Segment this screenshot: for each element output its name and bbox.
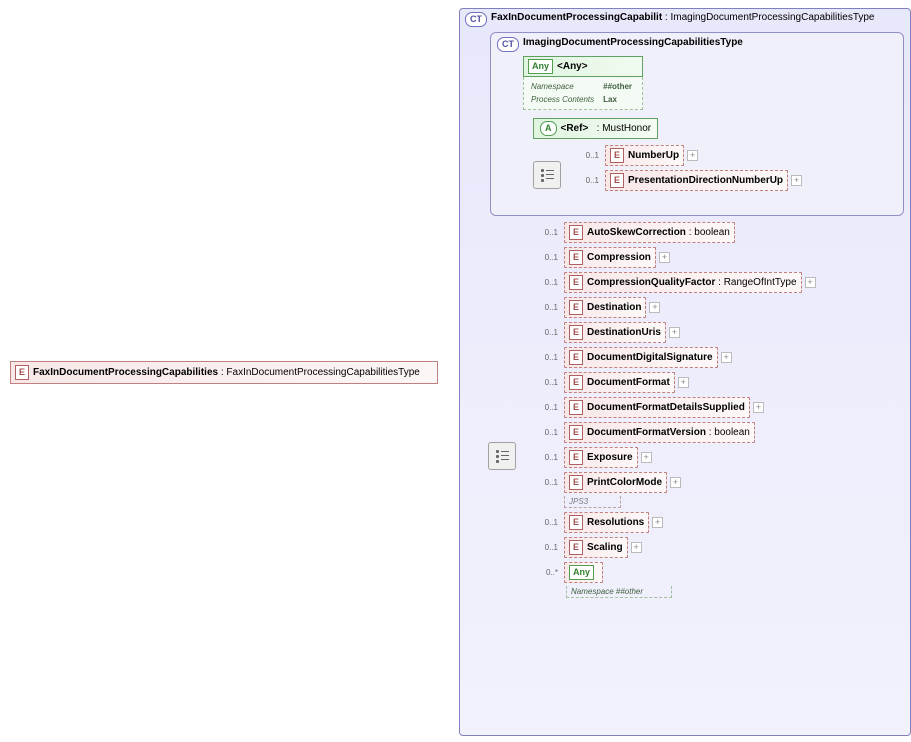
any-label: <Any> — [557, 61, 588, 72]
schema-child[interactable]: 0..1 E CompressionQualityFactor : RangeOfI… — [532, 272, 910, 293]
child-label: Destination — [587, 302, 641, 313]
element-badge: E — [569, 250, 583, 265]
occurrence-label: 0..1 — [532, 428, 558, 437]
element-badge: E — [569, 540, 583, 555]
child-label: DocumentFormat — [587, 377, 670, 388]
root-element-name: FaxInDocumentProcessingCapabilities : Fa… — [33, 367, 420, 378]
occurrence-label: 0..1 — [532, 303, 558, 312]
child-label: Scaling — [587, 542, 623, 553]
schema-child[interactable]: 0..1 E PrintColorMode + — [532, 472, 910, 493]
occurrence-label: 0..1 — [573, 176, 599, 185]
child-label: AutoSkewCorrection : boolean — [587, 227, 730, 238]
schema-child[interactable]: 0..* Any — [532, 562, 910, 583]
inner-complextype-header[interactable]: CT ImagingDocumentProcessingCapabilities… — [497, 37, 897, 52]
element-badge: E — [569, 325, 583, 340]
expand-icon[interactable]: + — [649, 302, 660, 313]
child-label: PrintColorMode — [587, 477, 662, 488]
expand-icon[interactable]: + — [631, 542, 642, 553]
expand-icon[interactable]: + — [687, 150, 698, 161]
schema-child[interactable]: 0..1 E DocumentFormat + — [532, 372, 910, 393]
occurrence-label: 0..1 — [532, 378, 558, 387]
schema-child[interactable]: 0..1 E Scaling + — [532, 537, 910, 558]
child-label: DocumentDigitalSignature — [587, 352, 713, 363]
attribute-badge: A — [540, 121, 557, 136]
expand-icon[interactable]: + — [641, 452, 652, 463]
schema-child[interactable]: 0..1 E DocumentDigitalSignature + — [532, 347, 910, 368]
element-badge: E — [610, 173, 624, 188]
attribute-ref-label: <Ref> : MustHonor — [561, 123, 652, 134]
schema-child[interactable]: 0..1 E DocumentFormatVersion : boolean — [532, 422, 910, 443]
schema-child[interactable]: 0..1 E AutoSkewCorrection : boolean — [532, 222, 910, 243]
any-badge: Any — [528, 59, 553, 74]
sequence-compositor-icon[interactable] — [488, 442, 516, 470]
complextype-panel-inner: CT ImagingDocumentProcessingCapabilities… — [490, 32, 904, 216]
complextype-panel-main: CT FaxInDocumentProcessingCapabilit : Im… — [459, 8, 911, 736]
element-badge: E — [569, 300, 583, 315]
child-label: Resolutions — [587, 517, 644, 528]
element-badge: E — [569, 225, 583, 240]
occurrence-label: 0..1 — [532, 478, 558, 487]
inner-complextype-name: ImagingDocumentProcessingCapabilitiesTyp… — [523, 37, 743, 48]
expand-icon[interactable]: + — [652, 517, 663, 528]
any-annotation: Namespace ##other — [566, 586, 672, 598]
occurrence-label: 0..1 — [532, 253, 558, 262]
schema-child[interactable]: 0..1 E Compression + — [532, 247, 910, 268]
sequence-compositor-icon[interactable] — [533, 161, 561, 189]
expand-icon[interactable]: + — [669, 327, 680, 338]
schema-child[interactable]: 0..1 E Resolutions + — [532, 512, 910, 533]
occurrence-label: 0..1 — [532, 543, 558, 552]
child-label: Compression — [587, 252, 651, 263]
element-badge: E — [569, 425, 583, 440]
child-label: Exposure — [587, 452, 633, 463]
expand-icon[interactable]: + — [659, 252, 670, 263]
schema-child[interactable]: 0..1 E Destination + — [532, 297, 910, 318]
complextype-header[interactable]: CT FaxInDocumentProcessingCapabilit : Im… — [460, 9, 910, 30]
child-label: DocumentFormatDetailsSupplied — [587, 402, 745, 413]
element-badge: E — [15, 365, 29, 380]
occurrence-label: 0..1 — [532, 453, 558, 462]
complextype-badge: CT — [497, 37, 519, 52]
element-badge: E — [610, 148, 624, 163]
element-badge: E — [569, 275, 583, 290]
child-label: PresentationDirectionNumberUp — [628, 175, 783, 186]
child-annotation: JPS3 — [564, 496, 621, 508]
schema-child[interactable]: 0..1 E Exposure + — [532, 447, 910, 468]
expand-icon[interactable]: + — [753, 402, 764, 413]
schema-child[interactable]: 0..1 E DocumentFormatDetailsSupplied + — [532, 397, 910, 418]
attribute-ref[interactable]: A <Ref> : MustHonor — [533, 118, 658, 139]
occurrence-label: 0..* — [532, 568, 558, 577]
expand-icon[interactable]: + — [805, 277, 816, 288]
complextype-title: FaxInDocumentProcessingCapabilit : Imagi… — [491, 12, 905, 27]
expand-icon[interactable]: + — [670, 477, 681, 488]
any-wildcard-block[interactable]: Any <Any> Namespace##otherProcess Conten… — [523, 56, 643, 110]
occurrence-label: 0..1 — [532, 328, 558, 337]
expand-icon[interactable]: + — [721, 352, 732, 363]
element-badge: E — [569, 350, 583, 365]
root-element[interactable]: E FaxInDocumentProcessingCapabilities : … — [10, 361, 438, 384]
schema-child[interactable]: 0..1 E DestinationUris + — [532, 322, 910, 343]
occurrence-label: 0..1 — [573, 151, 599, 160]
element-badge: E — [569, 515, 583, 530]
schema-child[interactable]: 0..1 E NumberUp + — [573, 145, 897, 166]
occurrence-label: 0..1 — [532, 353, 558, 362]
element-badge: E — [569, 450, 583, 465]
occurrence-label: 0..1 — [532, 228, 558, 237]
expand-icon[interactable]: + — [678, 377, 689, 388]
any-details: Namespace##otherProcess ContentsLax — [523, 77, 643, 110]
occurrence-label: 0..1 — [532, 278, 558, 287]
expand-icon[interactable]: + — [791, 175, 802, 186]
child-label: DestinationUris — [587, 327, 661, 338]
complextype-badge: CT — [465, 12, 487, 27]
occurrence-label: 0..1 — [532, 518, 558, 527]
child-label: DocumentFormatVersion : boolean — [587, 427, 750, 438]
element-badge: E — [569, 375, 583, 390]
any-badge: Any — [569, 565, 594, 580]
schema-child[interactable]: 0..1 E PresentationDirectionNumberUp + — [573, 170, 897, 191]
occurrence-label: 0..1 — [532, 403, 558, 412]
element-badge: E — [569, 475, 583, 490]
child-label: CompressionQualityFactor : RangeOfIntTyp… — [587, 277, 797, 288]
child-label: NumberUp — [628, 150, 679, 161]
element-badge: E — [569, 400, 583, 415]
